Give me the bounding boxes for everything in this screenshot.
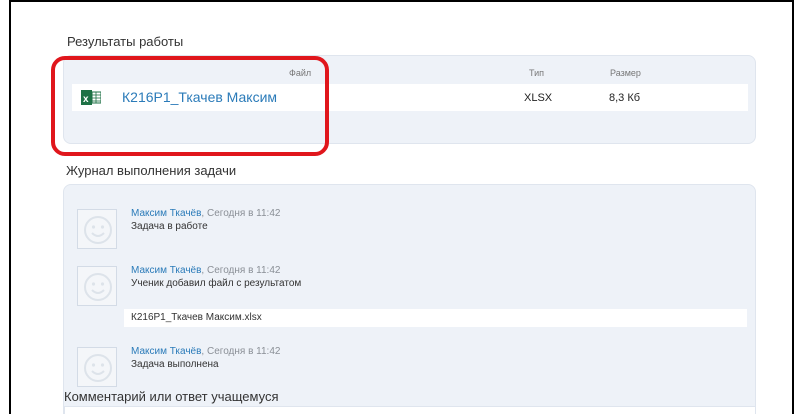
log-entry-author[interactable]: Максим Ткачёв, Сегодня в 11:42 <box>131 346 280 357</box>
avatar <box>77 266 117 306</box>
smiley-avatar-icon <box>84 354 112 382</box>
log-entry-text: Ученик добавил файл с результатом <box>131 278 302 289</box>
log-entry-time: , Сегодня в 11:42 <box>201 346 281 357</box>
log-entry-text: Задача в работе <box>131 221 208 232</box>
column-header-type: Тип <box>529 68 545 78</box>
log-section-title: Журнал выполнения задачи <box>66 163 237 178</box>
log-entry-author[interactable]: Максим Ткачёв, Сегодня в 11:42 <box>131 208 280 219</box>
smiley-avatar-icon <box>84 273 112 301</box>
results-section-title: Результаты работы <box>67 34 184 49</box>
avatar <box>77 347 117 387</box>
log-attachment-file[interactable]: К216Р1_Ткачев Максим.xlsx <box>131 312 262 323</box>
log-entry-time: , Сегодня в 11:42 <box>201 208 281 219</box>
comment-input[interactable] <box>64 406 756 414</box>
result-file-type: XLSX <box>524 92 553 104</box>
result-file-size: 8,3 Кб <box>609 92 641 104</box>
comment-section-title: Комментарий или ответ учащемуся <box>64 389 279 404</box>
column-header-size: Размер <box>610 68 641 78</box>
avatar <box>77 209 117 249</box>
highlight-annotation <box>51 56 329 156</box>
log-entry-author[interactable]: Максим Ткачёв, Сегодня в 11:42 <box>131 265 280 276</box>
log-entry-text: Задача выполнена <box>131 359 219 370</box>
log-entry-time: , Сегодня в 11:42 <box>201 265 281 276</box>
smiley-avatar-icon <box>84 216 112 244</box>
